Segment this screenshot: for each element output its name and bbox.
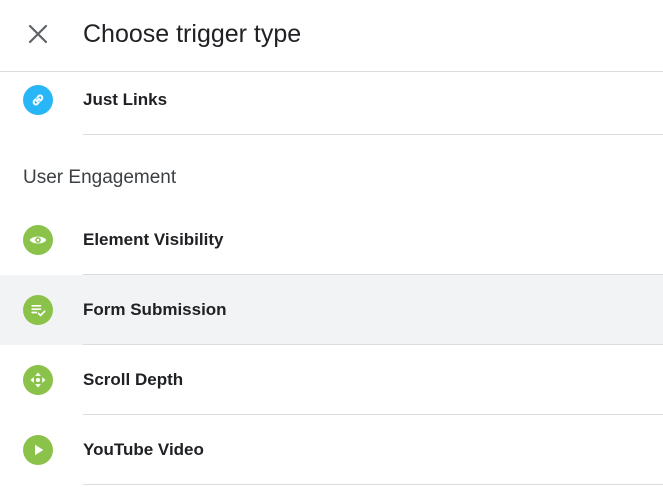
trigger-item-just-links[interactable]: Just Links [0,65,663,135]
play-icon [23,435,53,465]
row-divider [83,134,663,135]
close-icon [28,24,48,44]
trigger-type-panel: Choose trigger type Just Links User Enga… [0,0,663,487]
close-button[interactable] [22,18,54,50]
section-heading-user-engagement: User Engagement [23,167,177,188]
trigger-item-youtube-video[interactable]: YouTube Video [0,415,663,485]
trigger-item-label: Scroll Depth [83,370,184,389]
trigger-item-label: Element Visibility [83,230,224,249]
trigger-item-element-visibility[interactable]: Element Visibility [0,205,663,275]
trigger-item-form-submission[interactable]: Form Submission [0,275,663,345]
panel-header: Choose trigger type [0,0,663,72]
move-arrows-icon [23,365,53,395]
trigger-item-label: Just Links [83,90,168,109]
eye-icon [23,225,53,255]
form-check-icon [23,295,53,325]
trigger-item-scroll-depth[interactable]: Scroll Depth [0,345,663,415]
trigger-item-label: YouTube Video [83,440,204,459]
page-title: Choose trigger type [83,20,302,48]
trigger-item-label: Form Submission [83,300,227,319]
row-divider [83,484,663,485]
link-icon [23,85,53,115]
